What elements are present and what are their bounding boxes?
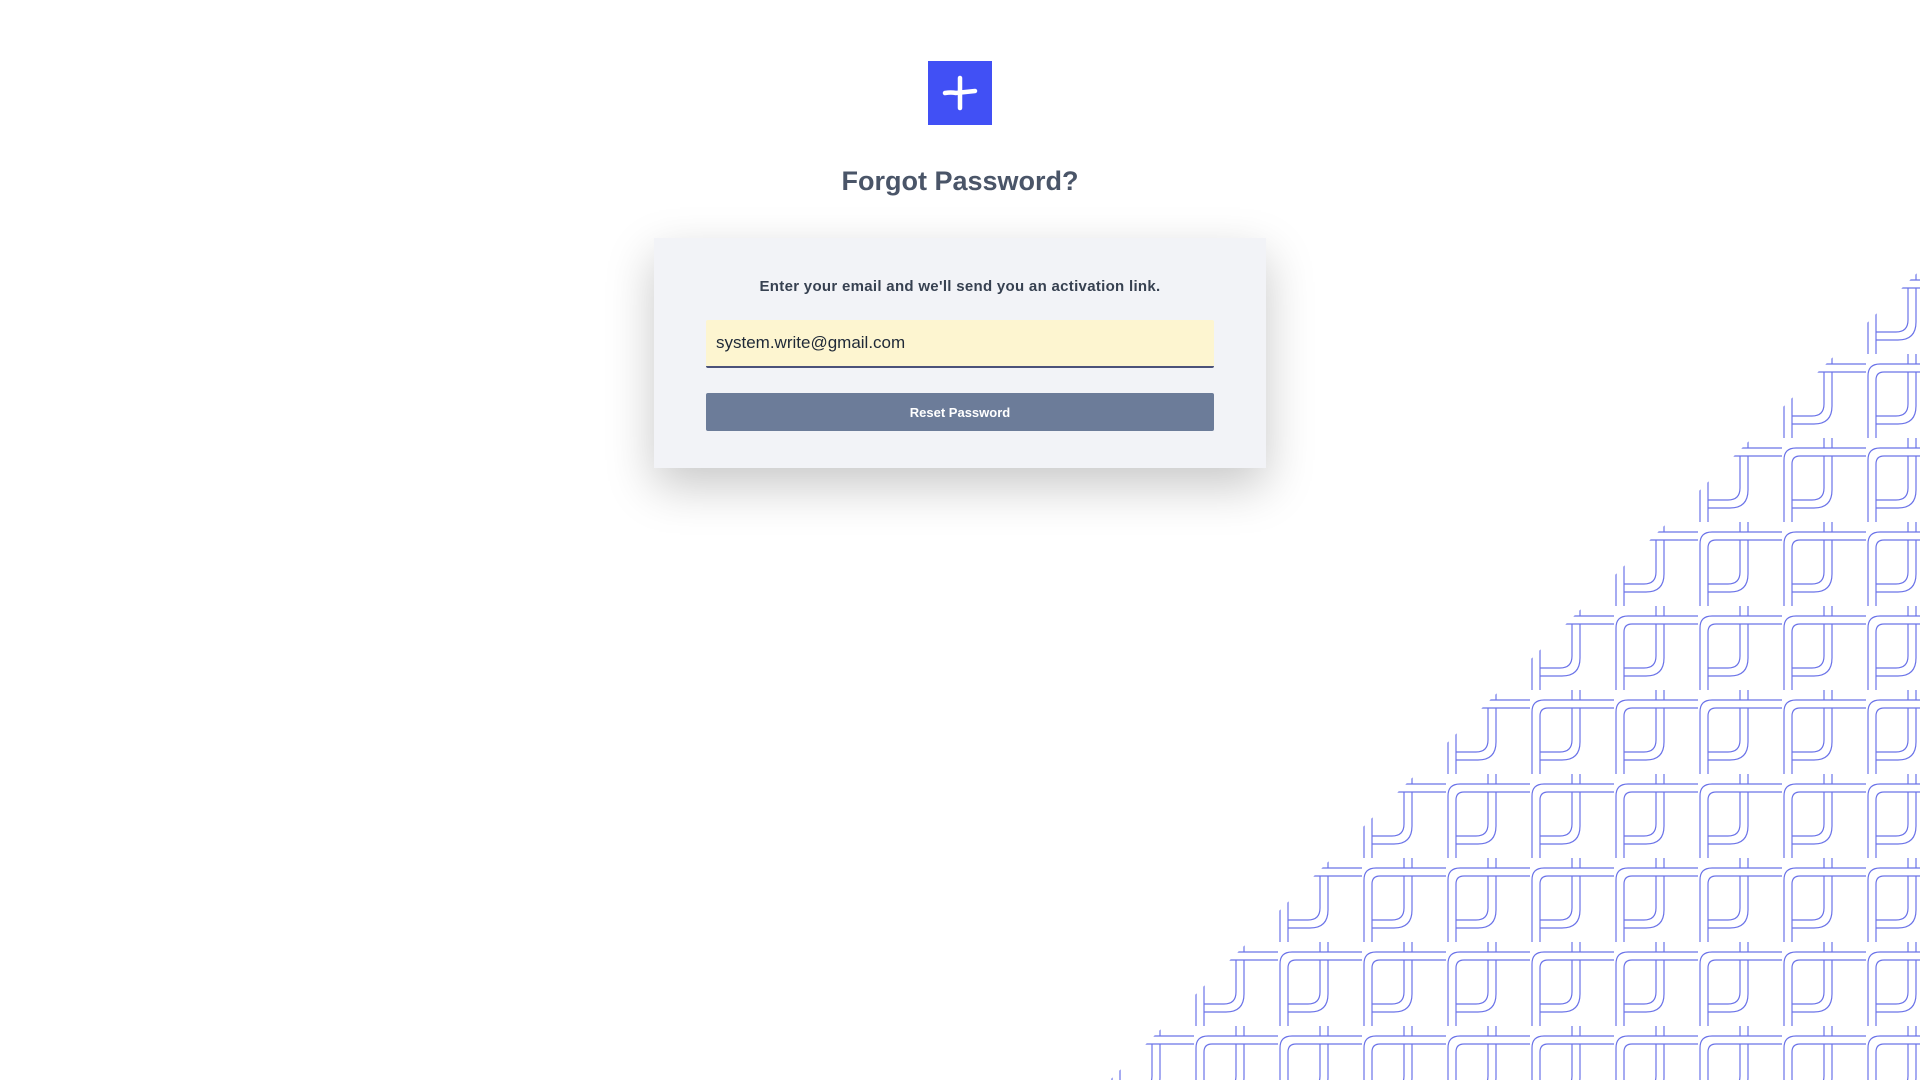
reset-password-card: Enter your email and we'll send you an a… — [654, 238, 1266, 468]
forgot-password-page: Forgot Password? Enter your email and we… — [0, 0, 1920, 1080]
page-title: Forgot Password? — [841, 166, 1079, 196]
email-input[interactable] — [706, 320, 1214, 368]
reset-password-button[interactable]: Reset Password — [706, 393, 1214, 431]
instructions-text: Enter your email and we'll send you an a… — [759, 278, 1161, 295]
plus-icon — [942, 75, 978, 111]
logo — [928, 61, 992, 125]
